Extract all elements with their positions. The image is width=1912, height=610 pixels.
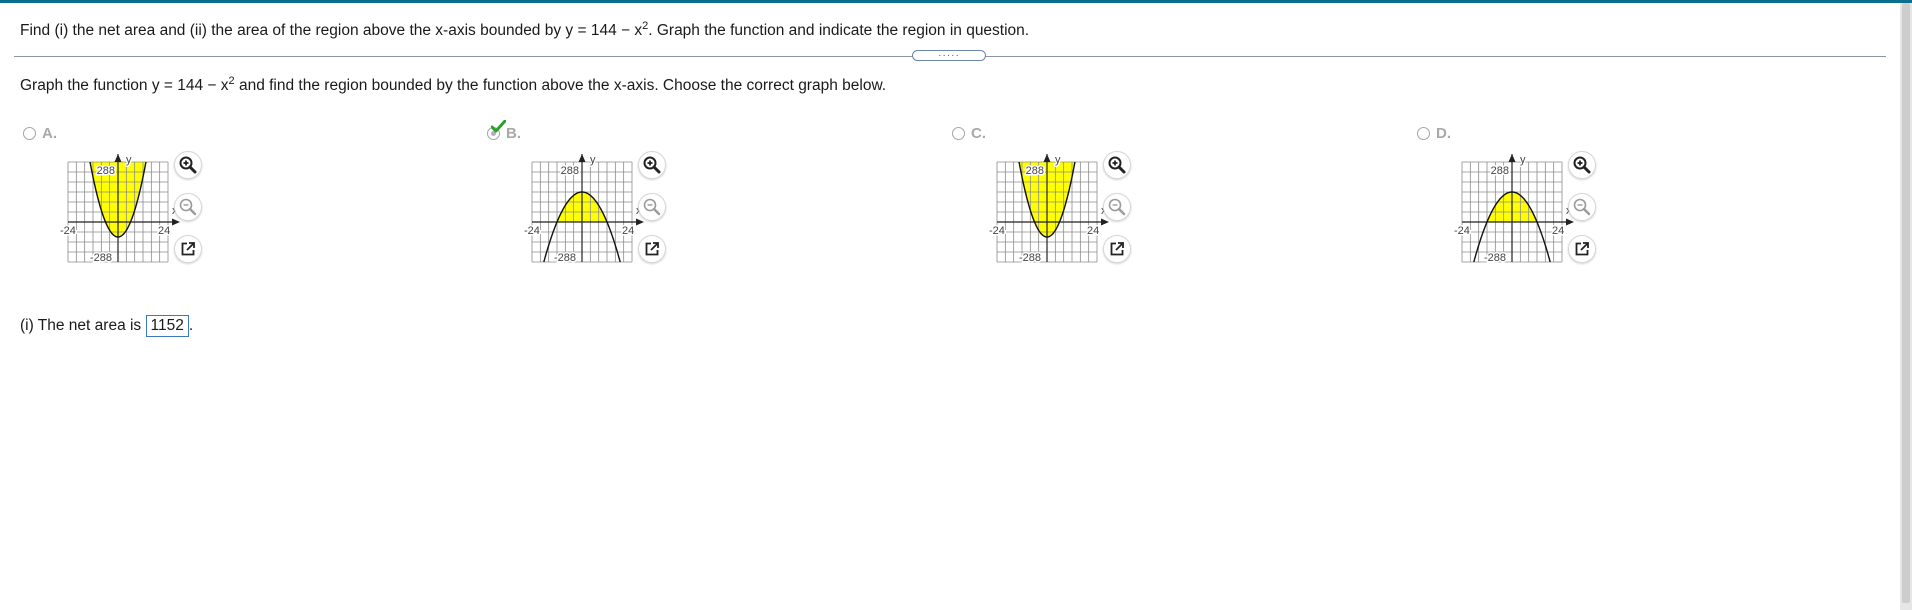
x-max-label: 24 bbox=[1087, 225, 1099, 237]
instruction-prefix: Graph the function y = 144 − x bbox=[20, 77, 229, 95]
y-axis-label: y bbox=[1520, 154, 1526, 166]
graph-svg: 288288-288-288-24-242424yyxx bbox=[59, 153, 180, 266]
choice-graph: 288288-288-288-24-242424yyxx bbox=[44, 153, 184, 266]
top-accent-bar bbox=[0, 0, 1912, 3]
y-axis-label: y bbox=[1055, 154, 1061, 166]
zoom-in-button[interactable] bbox=[174, 151, 202, 179]
popout-button[interactable] bbox=[638, 235, 666, 263]
choice-c: C.288288-288-288-24-242424yyxx bbox=[949, 124, 1309, 274]
choice-label[interactable]: D. bbox=[1436, 125, 1451, 142]
choice-graph: 288288-288-288-24-242424yyxx bbox=[973, 153, 1113, 266]
choice-radio[interactable] bbox=[952, 127, 965, 140]
zoom-out-button[interactable] bbox=[638, 193, 666, 221]
graph-svg: 288288-288-288-24-242424yyxx bbox=[523, 153, 644, 266]
net-area-label: (i) The net area is bbox=[20, 317, 142, 334]
expander-dots: ····· bbox=[938, 49, 960, 61]
question-text: Find (i) the net area and (ii) the area … bbox=[20, 20, 1029, 40]
zoom-out-icon bbox=[1572, 197, 1592, 217]
popout-button[interactable] bbox=[1103, 235, 1131, 263]
scrollbar-thumb[interactable] bbox=[1902, 3, 1910, 603]
y-axis-label: y bbox=[590, 154, 596, 166]
zoom-in-button[interactable] bbox=[638, 151, 666, 179]
zoom-out-button[interactable] bbox=[1568, 193, 1596, 221]
net-area-period: . bbox=[188, 317, 194, 334]
graph-svg: 288288-288-288-24-242424yyxx bbox=[988, 153, 1109, 266]
zoom-in-button[interactable] bbox=[1568, 151, 1596, 179]
net-area-line: (i) The net area is 1152. bbox=[20, 315, 193, 337]
vertical-scrollbar[interactable] bbox=[1900, 3, 1912, 610]
x-max-label: 24 bbox=[1552, 225, 1564, 237]
x-min-label: -24 bbox=[1454, 225, 1470, 237]
choice-label[interactable]: B. bbox=[506, 125, 521, 142]
y-min-label: -288 bbox=[90, 252, 112, 264]
choice-graph: 288288-288-288-24-242424yyxx bbox=[1438, 153, 1578, 266]
net-area-answer[interactable]: 1152 bbox=[145, 315, 189, 337]
x-max-label: 24 bbox=[622, 225, 634, 237]
choice-graph: 288288-288-288-24-242424yyxx bbox=[508, 153, 648, 266]
zoom-in-icon bbox=[642, 155, 662, 175]
expand-toggle-button[interactable]: ····· bbox=[912, 50, 986, 61]
zoom-in-icon bbox=[178, 155, 198, 175]
x-min-label: -24 bbox=[524, 225, 540, 237]
zoom-out-button[interactable] bbox=[174, 193, 202, 221]
choice-a: A.288288-288-288-24-242424yyxx bbox=[20, 124, 380, 274]
zoom-out-icon bbox=[178, 197, 198, 217]
zoom-out-button[interactable] bbox=[1103, 193, 1131, 221]
y-max-label: 288 bbox=[1491, 165, 1509, 177]
y-max-label: 288 bbox=[561, 165, 579, 177]
y-max-label: 288 bbox=[97, 165, 115, 177]
checkmark-icon bbox=[490, 119, 507, 138]
question-suffix: . Graph the function and indicate the re… bbox=[648, 22, 1030, 40]
x-max-label: 24 bbox=[158, 225, 170, 237]
popout-button[interactable] bbox=[1568, 235, 1596, 263]
x-min-label: -24 bbox=[989, 225, 1005, 237]
zoom-in-button[interactable] bbox=[1103, 151, 1131, 179]
popout-icon bbox=[1573, 240, 1591, 258]
choice-radio[interactable] bbox=[1417, 127, 1430, 140]
popout-button[interactable] bbox=[174, 235, 202, 263]
zoom-in-icon bbox=[1572, 155, 1592, 175]
choice-label[interactable]: C. bbox=[971, 125, 986, 142]
question-prefix: Find (i) the net area and (ii) the area … bbox=[20, 22, 643, 40]
popout-icon bbox=[1108, 240, 1126, 258]
zoom-out-icon bbox=[642, 197, 662, 217]
zoom-out-icon bbox=[1107, 197, 1127, 217]
y-max-label: 288 bbox=[1026, 165, 1044, 177]
popout-icon bbox=[179, 240, 197, 258]
y-axis-label: y bbox=[126, 154, 132, 166]
zoom-in-icon bbox=[1107, 155, 1127, 175]
choice-label[interactable]: A. bbox=[42, 125, 57, 142]
instruction-suffix: and find the region bounded by the funct… bbox=[234, 77, 887, 95]
popout-icon bbox=[643, 240, 661, 258]
y-min-label: -288 bbox=[1019, 252, 1041, 264]
choice-radio[interactable] bbox=[23, 127, 36, 140]
graph-svg: 288288-288-288-24-242424yyxx bbox=[1453, 153, 1574, 266]
choice-d: D.288288-288-288-24-242424yyxx bbox=[1414, 124, 1774, 274]
y-min-label: -288 bbox=[1484, 252, 1506, 264]
x-min-label: -24 bbox=[60, 225, 76, 237]
y-min-label: -288 bbox=[554, 252, 576, 264]
instruction-text: Graph the function y = 144 − x2 and find… bbox=[20, 75, 886, 95]
choice-b: B.288288-288-288-24-242424yyxx bbox=[484, 119, 844, 274]
